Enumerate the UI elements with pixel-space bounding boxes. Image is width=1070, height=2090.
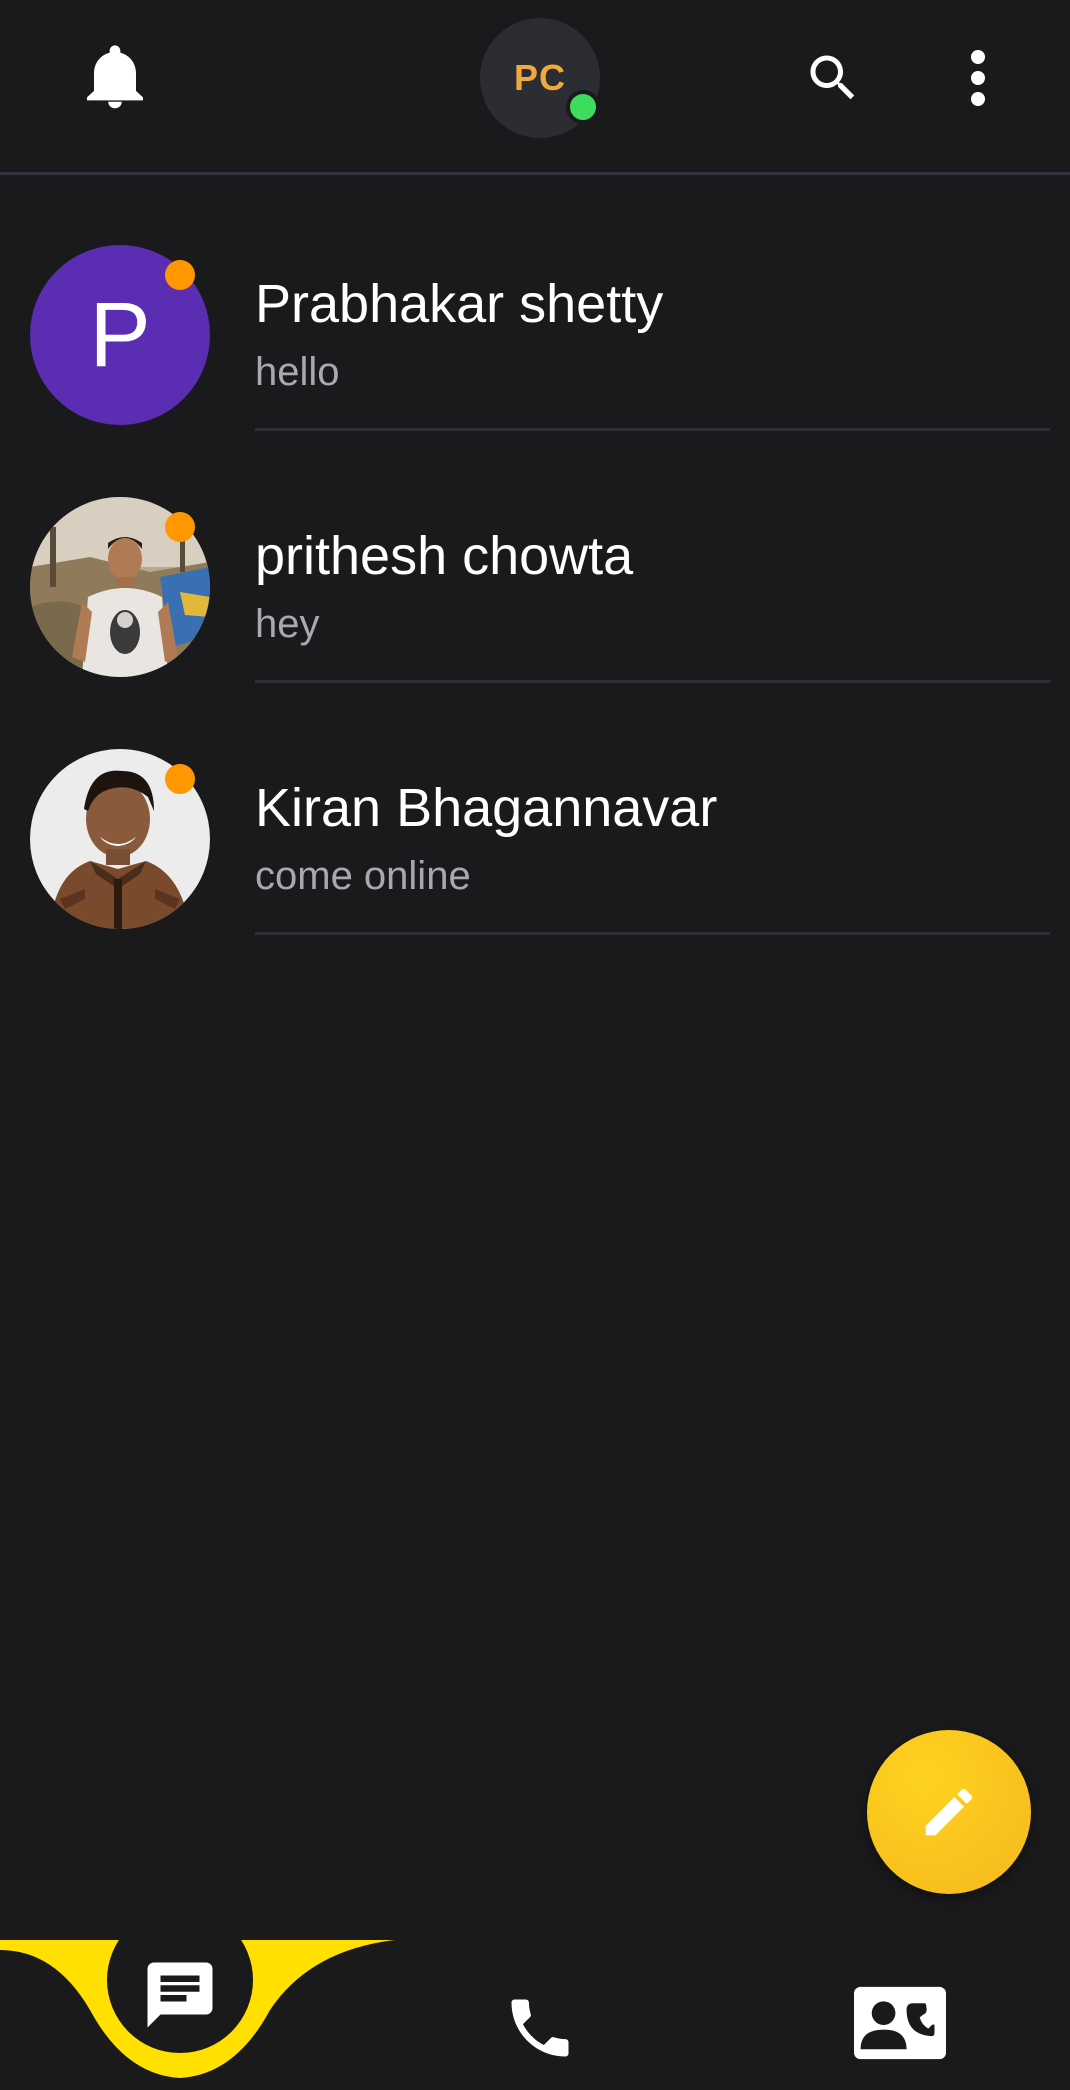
notifications-button[interactable] bbox=[80, 40, 150, 115]
profile-avatar[interactable]: PC bbox=[480, 18, 600, 138]
more-vert-icon bbox=[970, 49, 985, 106]
chat-list: P Prabhakar shetty hello prithesh chowta… bbox=[0, 178, 1070, 935]
message-preview: hello bbox=[255, 350, 340, 394]
compose-button[interactable] bbox=[867, 1730, 1031, 1894]
status-dot bbox=[165, 260, 195, 290]
search-icon bbox=[810, 55, 854, 99]
bell-icon bbox=[87, 44, 143, 108]
top-bar: PC bbox=[0, 0, 1070, 175]
divider bbox=[255, 932, 1050, 935]
nav-contacts-tab[interactable] bbox=[850, 1980, 950, 2065]
online-status-dot bbox=[566, 90, 600, 124]
chat-list-item[interactable]: Kiran Bhagannavar come online bbox=[0, 682, 1070, 935]
contact-name: Prabhakar shetty bbox=[255, 274, 664, 334]
status-dot bbox=[165, 512, 195, 542]
status-dot bbox=[165, 764, 195, 794]
more-options-button[interactable] bbox=[955, 40, 1000, 115]
bottom-navigation bbox=[0, 1940, 1070, 2090]
chat-icon bbox=[147, 1962, 213, 2028]
contact-phone-icon bbox=[854, 1986, 946, 2059]
nav-calls-tab[interactable] bbox=[490, 1980, 590, 2075]
phone-icon bbox=[511, 1999, 569, 2056]
nav-chats-tab[interactable] bbox=[110, 1940, 250, 2050]
profile-initials: PC bbox=[513, 57, 566, 98]
chat-list-item[interactable]: prithesh chowta hey bbox=[0, 430, 1070, 683]
message-preview: come online bbox=[255, 854, 471, 898]
avatar-letter: P bbox=[89, 284, 151, 386]
message-preview: hey bbox=[255, 602, 320, 646]
chat-app: PC P Prabhakar shetty hello prithesh cho… bbox=[0, 0, 1070, 2090]
contact-name: Kiran Bhagannavar bbox=[255, 778, 718, 838]
chat-list-item[interactable]: P Prabhakar shetty hello bbox=[0, 178, 1070, 431]
contact-name: prithesh chowta bbox=[255, 526, 634, 586]
pencil-icon bbox=[925, 1788, 973, 1836]
search-button[interactable] bbox=[795, 40, 870, 115]
